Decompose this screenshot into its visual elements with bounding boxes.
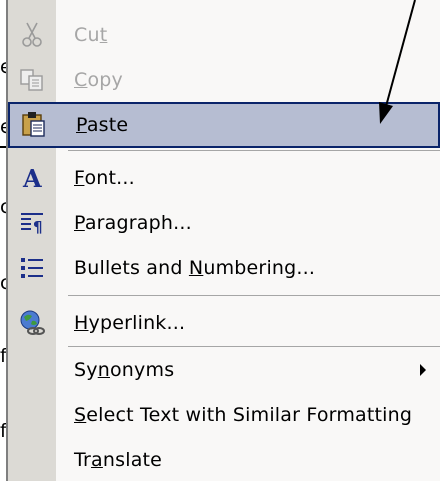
scissors-icon: [12, 12, 52, 57]
menu-item-font[interactable]: A Font...: [8, 155, 440, 200]
context-menu: Cut Copy Paste A Font... ¶ Paragraph... …: [6, 0, 440, 481]
menu-item-label: Font...: [74, 166, 135, 189]
menu-item-label: Hyperlink...: [74, 311, 186, 334]
bullets-icon: [12, 245, 52, 290]
menu-separator: [68, 150, 440, 151]
menu-item-synonyms[interactable]: Synonyms: [8, 347, 440, 392]
menu-item-paragraph[interactable]: ¶ Paragraph...: [8, 200, 440, 245]
menu-item-hyperlink[interactable]: Hyperlink...: [8, 300, 440, 345]
menu-item-label: Cut: [74, 23, 108, 46]
paste-icon: [14, 103, 54, 148]
svg-text:¶: ¶: [33, 218, 43, 235]
font-icon: A: [12, 155, 52, 200]
menu-item-select-similar-formatting[interactable]: Select Text with Similar Formatting: [8, 392, 440, 437]
menu-item-label: Select Text with Similar Formatting: [74, 403, 413, 426]
submenu-arrow-icon: [420, 363, 426, 376]
menu-item-label: Translate: [74, 448, 163, 471]
menu-item-label: Paste: [76, 114, 129, 136]
menu-item-label: Synonyms: [74, 358, 175, 381]
menu-item-copy[interactable]: Copy: [8, 57, 440, 102]
menu-item-label: Paragraph...: [74, 211, 192, 234]
menu-item-label: Bullets and Numbering...: [74, 256, 316, 279]
menu-item-paste[interactable]: Paste: [8, 102, 440, 148]
paragraph-icon: ¶: [12, 200, 52, 245]
copy-icon: [12, 57, 52, 102]
hyperlink-globe-icon: [12, 300, 52, 345]
menu-item-label: Copy: [74, 68, 123, 91]
menu-item-cut[interactable]: Cut: [8, 12, 440, 57]
svg-text:A: A: [22, 165, 42, 191]
menu-item-translate[interactable]: Translate: [8, 437, 440, 482]
menu-item-bullets-numbering[interactable]: Bullets and Numbering...: [8, 245, 440, 290]
menu-separator: [68, 295, 440, 296]
